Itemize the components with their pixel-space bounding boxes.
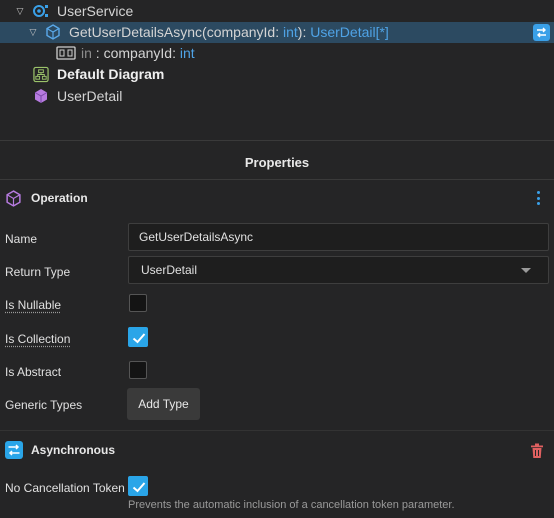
operation-param-type: int xyxy=(282,24,298,40)
panel-divider xyxy=(0,140,554,141)
properties-title: Properties xyxy=(0,146,554,180)
model-tree: ▽ UserService ▽ GetUserDetailsAsync(comp… xyxy=(0,0,554,140)
chevron-down-icon[interactable]: ▽ xyxy=(27,26,39,38)
operation-signature: GetUserDetailsAsync(companyId: int): Use… xyxy=(69,24,389,40)
name-label: Name xyxy=(5,232,38,246)
operation-param-colon: : xyxy=(275,24,283,40)
service-icon xyxy=(33,3,49,19)
operation-section-header[interactable]: Operation xyxy=(0,182,554,216)
dto-icon xyxy=(33,88,49,104)
operation-name: GetUserDetailsAsync xyxy=(69,24,203,40)
tree-item-diagram[interactable]: Default Diagram xyxy=(0,64,554,85)
async-icon xyxy=(5,441,23,459)
kebab-menu-icon[interactable] xyxy=(536,191,540,205)
section-divider xyxy=(0,430,554,431)
operation-close-paren: ): xyxy=(297,24,307,40)
tree-item-label: UserDetail xyxy=(57,88,123,104)
is-abstract-label: Is Abstract xyxy=(5,365,62,379)
operation-icon xyxy=(5,190,22,207)
operation-return-type: UserDetail[*] xyxy=(310,24,389,40)
add-type-button[interactable]: Add Type xyxy=(127,388,200,420)
is-collection-label: Is Collection xyxy=(5,332,71,346)
tree-item-operation[interactable]: ▽ GetUserDetailsAsync(companyId: int): U… xyxy=(0,22,554,43)
is-abstract-checkbox[interactable] xyxy=(129,361,147,379)
parameter-separator: : xyxy=(91,45,104,61)
parameter-colon: : xyxy=(172,45,180,61)
parameter-type: int xyxy=(179,45,195,61)
tree-item-label: Default Diagram xyxy=(57,66,165,82)
no-cancellation-token-hint: Prevents the automatic inclusion of a ca… xyxy=(128,499,455,511)
tree-item-parameter[interactable]: in : companyId: int xyxy=(0,43,554,64)
no-cancellation-token-label: No Cancellation Token xyxy=(5,481,125,495)
parameter-signature: in : companyId: int xyxy=(81,45,195,61)
async-section-header[interactable]: Asynchronous xyxy=(0,434,554,468)
chevron-down-icon[interactable]: ▽ xyxy=(14,5,26,17)
sync-icon[interactable] xyxy=(533,24,550,41)
parameter-direction: in xyxy=(81,45,92,61)
section-title: Asynchronous xyxy=(31,443,116,457)
operation-param-name: companyId xyxy=(206,24,276,40)
checkmark-icon xyxy=(132,482,146,493)
return-type-select[interactable]: UserDetail xyxy=(128,256,549,284)
section-title: Operation xyxy=(31,191,88,205)
is-nullable-checkbox[interactable] xyxy=(129,294,147,312)
is-collection-checkbox[interactable] xyxy=(128,327,148,347)
no-cancellation-token-checkbox[interactable] xyxy=(128,476,148,496)
dropdown-caret-icon xyxy=(521,268,531,273)
checkmark-icon xyxy=(132,333,146,344)
return-type-value: UserDetail xyxy=(141,263,198,277)
parameter-name: companyId xyxy=(103,45,173,61)
tree-item-label: UserService xyxy=(57,3,134,19)
tree-item-userservice[interactable]: ▽ UserService xyxy=(0,1,554,22)
diagram-icon xyxy=(33,66,49,82)
tree-item-userdetail[interactable]: UserDetail xyxy=(0,86,554,107)
is-nullable-label: Is Nullable xyxy=(5,298,62,312)
parameter-icon xyxy=(56,45,76,61)
operation-icon xyxy=(45,24,61,40)
return-type-label: Return Type xyxy=(5,265,71,279)
generic-types-label: Generic Types xyxy=(5,398,83,412)
trash-icon[interactable] xyxy=(530,443,544,459)
name-input[interactable]: GetUserDetailsAsync xyxy=(128,223,549,251)
properties-panel: Properties Operation Name GetUserDetails… xyxy=(0,146,554,518)
